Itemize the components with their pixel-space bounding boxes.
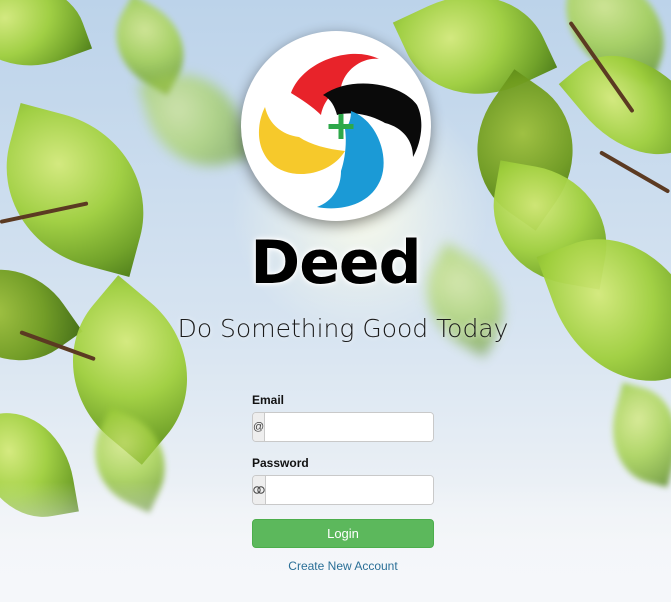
password-label: Password <box>252 456 309 470</box>
create-account-link[interactable]: Create New Account <box>252 559 434 573</box>
login-button[interactable]: Login <box>252 519 434 548</box>
email-label: Email <box>252 393 285 407</box>
leaf <box>138 60 252 180</box>
branch <box>599 150 671 194</box>
password-input-group <box>252 475 434 505</box>
at-sign-icon: @ <box>253 413 266 441</box>
logo-yellow-swoosh <box>258 107 345 175</box>
email-input[interactable] <box>265 413 433 441</box>
leaf <box>0 0 93 87</box>
deed-logo <box>241 31 431 221</box>
login-form: Email @ Password Login Create New Accoun… <box>252 393 434 573</box>
eye-icon-glyph <box>253 486 265 494</box>
app-tagline: Do Something Good Today <box>177 314 509 343</box>
deed-swirl-logo-icon <box>258 53 422 209</box>
eye-icon <box>253 476 266 504</box>
password-input[interactable] <box>266 476 433 504</box>
logo-plus-horizontal <box>328 124 354 129</box>
leaf <box>599 382 671 488</box>
app-title: Deed <box>250 228 421 298</box>
email-input-group: @ <box>252 412 434 442</box>
